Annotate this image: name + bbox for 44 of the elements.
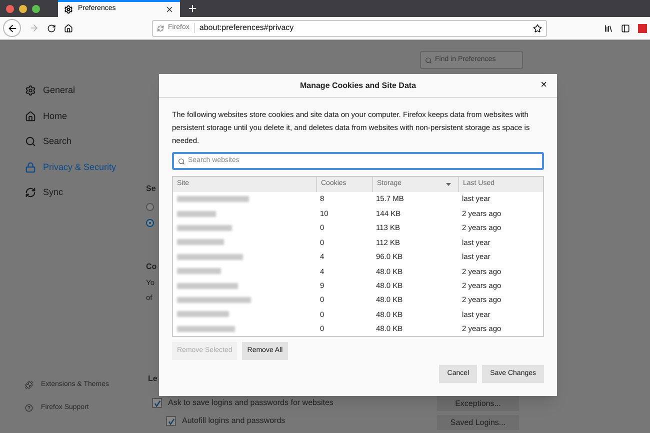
sidebar-item-icon	[25, 85, 36, 96]
checkbox[interactable]	[166, 416, 176, 426]
new-tab-icon[interactable]	[187, 3, 198, 14]
sidebar-item-icon	[25, 162, 36, 173]
section-heading: Co	[146, 261, 157, 273]
dialog-title: Manage Cookies and Site Data	[300, 80, 416, 92]
checkbox-label: Ask to save logins and passwords for websites	[168, 397, 334, 409]
blurred-site-name	[177, 254, 243, 260]
blurred-site-name	[177, 239, 224, 246]
section-heading: Le	[148, 373, 158, 385]
sidebar-item-icon	[25, 136, 36, 148]
back-button[interactable]	[3, 19, 21, 37]
blurred-site-name	[177, 326, 235, 332]
sidebar-item[interactable]: Search	[25, 135, 148, 148]
blurred-site-name	[177, 282, 238, 289]
section-heading: Se	[146, 183, 156, 195]
checkbox[interactable]	[152, 398, 162, 408]
library-icon[interactable]	[604, 24, 613, 32]
sidebar-item[interactable]: Sync	[25, 186, 148, 200]
puzzle-icon	[25, 381, 33, 390]
gear-icon	[64, 5, 73, 14]
search-icon	[425, 56, 432, 64]
search-icon	[178, 158, 185, 164]
radio-button[interactable]	[146, 219, 154, 227]
help-icon	[25, 404, 33, 412]
radio-button[interactable]	[146, 203, 154, 211]
bookmark-star-icon[interactable]	[533, 24, 542, 32]
sidebar-item[interactable]: Home	[25, 110, 148, 123]
sidebar-icon[interactable]	[621, 24, 630, 32]
blurred-site-name	[177, 311, 230, 318]
sidebar-item-icon	[25, 110, 36, 122]
reload-icon[interactable]	[47, 24, 56, 32]
home-icon[interactable]	[64, 24, 73, 32]
blurred-site-name	[177, 268, 221, 274]
back-arrow-icon	[6, 22, 18, 34]
close-tab-icon[interactable]	[165, 5, 174, 14]
checkbox-label: Autofill logins and passwords	[182, 415, 286, 427]
sidebar-item-icon	[25, 187, 36, 198]
blurred-site-name	[177, 224, 232, 231]
url-text: about:preferences#privacy	[199, 22, 295, 34]
sidebar-item[interactable]: General	[25, 84, 148, 98]
close-button[interactable]: ×	[540, 79, 547, 91]
blurred-site-name	[177, 210, 216, 217]
blurred-site-name	[177, 196, 248, 202]
